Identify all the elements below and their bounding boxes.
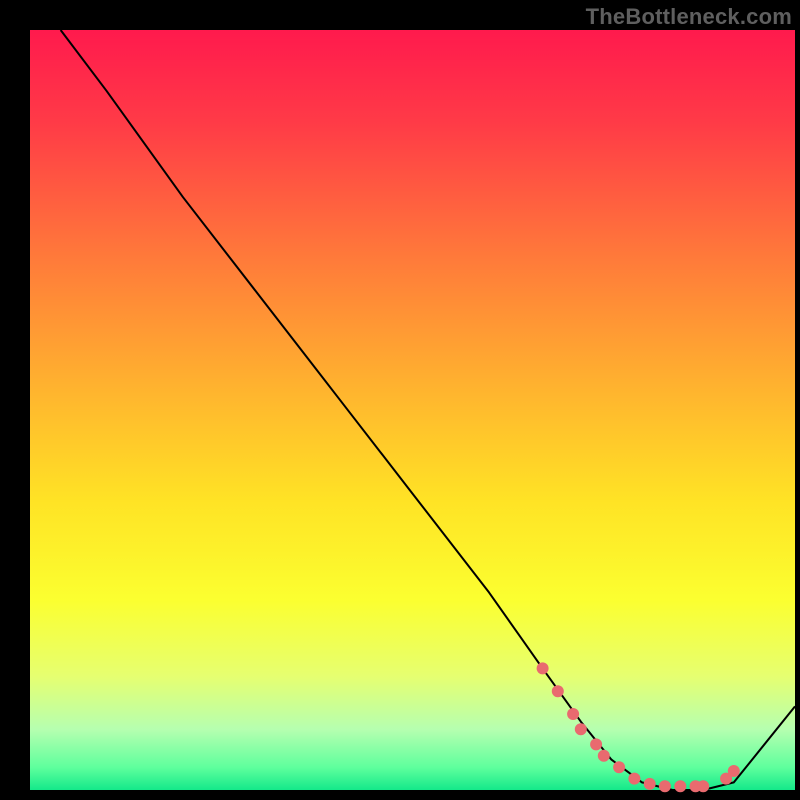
bottleneck-chart — [0, 0, 800, 800]
watermark-label: TheBottleneck.com — [586, 4, 792, 30]
curve-marker — [674, 780, 686, 792]
curve-marker — [567, 708, 579, 720]
curve-marker — [537, 662, 549, 674]
curve-marker — [728, 765, 740, 777]
curve-marker — [575, 723, 587, 735]
curve-marker — [552, 685, 564, 697]
curve-marker — [697, 780, 709, 792]
curve-marker — [613, 761, 625, 773]
curve-marker — [628, 773, 640, 785]
curve-marker — [590, 738, 602, 750]
curve-marker — [659, 780, 671, 792]
curve-marker — [598, 750, 610, 762]
curve-marker — [644, 778, 656, 790]
chart-frame: TheBottleneck.com — [0, 0, 800, 800]
